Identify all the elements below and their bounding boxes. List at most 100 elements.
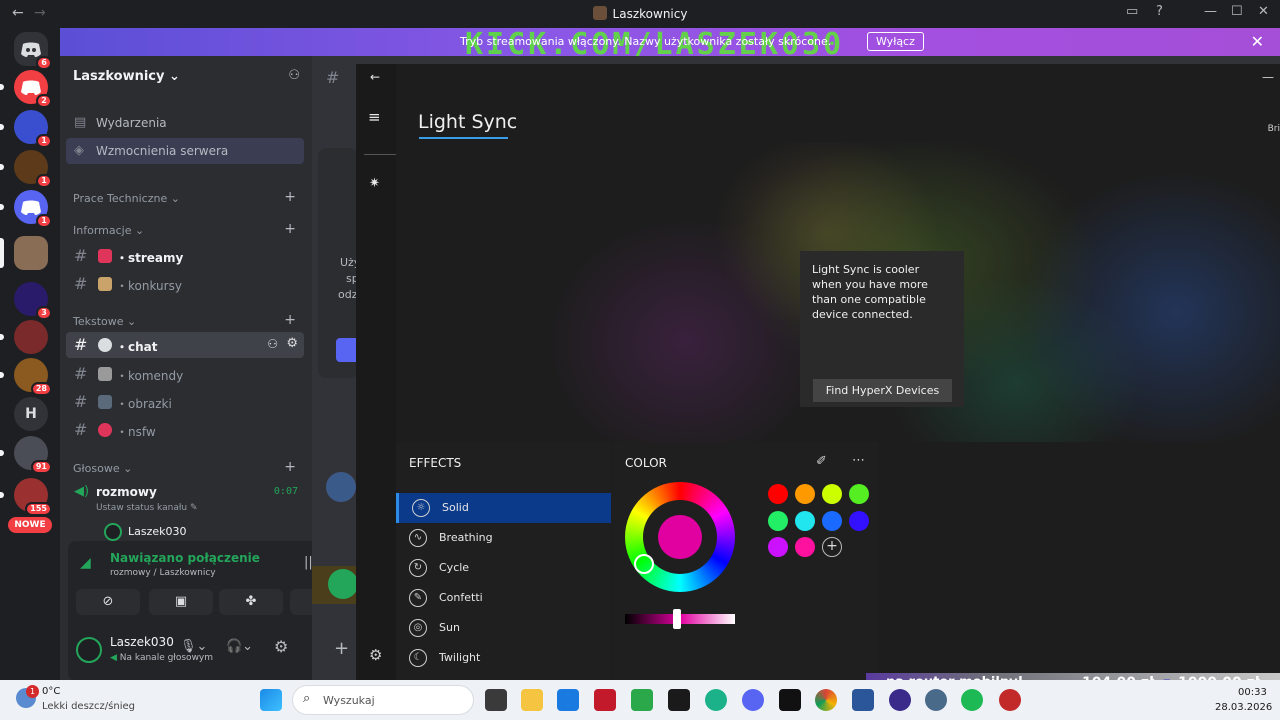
add-channel-icon[interactable]: + [284,221,296,237]
server-avatar-3[interactable] [0,320,48,354]
activities-button[interactable]: ✤ [219,589,283,615]
help-icon[interactable]: ? [1156,4,1163,19]
server-discord-blue[interactable]: 1 [0,190,52,228]
channel-konkursy[interactable]: # ・konkursy [66,271,304,297]
gear-icon[interactable]: ⚙ [286,336,298,351]
swatch-yellow[interactable] [822,484,842,504]
server-avatar-2[interactable]: 3 [14,282,52,320]
brightness-slider[interactable] [625,609,735,629]
user-settings-gear-icon[interactable]: ⚙ [274,637,288,656]
channel-nsfw[interactable]: # ・nsfw [66,417,304,443]
effect-breathing[interactable]: ∿ Breathing [396,523,611,553]
set-channel-status[interactable]: Ustaw status kanału ✎ [96,503,198,513]
swatch-blue[interactable] [822,511,842,531]
effect-confetti[interactable]: ✎ Confetti [396,583,611,613]
mcafee-icon[interactable] [594,689,616,711]
add-swatch-icon[interactable]: + [822,537,842,557]
close-window-icon[interactable]: ✕ [1258,4,1269,19]
home-discord-icon[interactable]: 6 [14,32,52,70]
light-sync-nav-icon[interactable]: ✷ [369,176,380,191]
settings-gear-icon[interactable]: ⚙ [369,646,382,664]
windows-start-icon[interactable] [260,689,282,711]
weather-widget[interactable]: 1 0°C Lekki deszcz/śnieg [14,685,164,715]
swatch-cyan[interactable] [795,511,815,531]
taskbar-search[interactable]: ⌕ Wyszukaj [292,685,474,715]
eyedropper-icon[interactable]: ✐ [816,454,827,469]
user-name[interactable]: Laszek030 [110,635,174,649]
color-wheel[interactable] [625,482,735,592]
spotify-icon[interactable] [961,689,983,711]
app-icon[interactable] [889,689,911,711]
category-prace[interactable]: Prace Techniczne ⌄ [73,192,180,205]
steam-icon[interactable] [925,689,947,711]
category-informacje[interactable]: Informacje ⌄ [73,224,144,237]
channel-komendy[interactable]: # ・komendy [66,361,304,387]
effect-solid[interactable]: ☼ Solid [396,493,611,523]
minimize-icon[interactable]: — [1262,70,1274,84]
find-hyperx-devices-button[interactable]: Find HyperX Devices [813,379,952,402]
clock-date[interactable]: 28.03.2026 [1215,702,1272,713]
hyperx-ngenuity-icon[interactable] [999,689,1021,711]
headphones-icon[interactable]: 🎧⌄ [226,639,253,654]
inbox-icon[interactable]: ▭ [1126,4,1138,19]
category-tekstowe[interactable]: Tekstowe ⌄ [73,315,136,328]
tiktok-icon[interactable] [779,689,801,711]
server-layers[interactable]: 1 [0,110,52,148]
maximize-icon[interactable]: ☐ [1231,4,1243,19]
voice-location[interactable]: rozmowy / Laszkownicy [110,568,216,578]
avatar[interactable] [326,472,356,502]
channel-chat[interactable]: # ・chat ⚇ ⚙ [66,332,304,358]
server-avatar-4[interactable]: 28 [0,358,52,396]
discord-taskbar-icon[interactable] [742,689,764,711]
swatch-green[interactable] [849,484,869,504]
avatar[interactable] [76,637,102,663]
microphone-icon[interactable]: 🎙⌄ [180,639,207,654]
discord-bot-avatar[interactable] [328,569,358,599]
swatch-purple[interactable] [768,537,788,557]
invite-icon[interactable]: ⚇ [267,337,278,351]
invite-people-icon[interactable]: ⚇ [288,68,300,83]
channel-obrazki[interactable]: # ・obrazki [66,389,304,415]
server-laszkownicy-active[interactable] [0,236,48,270]
file-explorer-icon[interactable] [521,689,543,711]
more-options-icon[interactable]: ⋯ [852,453,865,468]
effect-cycle[interactable]: ↻ Cycle [396,553,611,583]
swatch-mint[interactable] [768,511,788,531]
category-glosowe[interactable]: Głosowe ⌄ [73,462,132,475]
disable-streamer-mode-button[interactable]: Wyłącz [867,32,924,51]
camera-off-button[interactable]: ⊘ [76,589,140,615]
channel-streamy[interactable]: # ・streamy [66,243,304,269]
app-back-icon[interactable]: ← [370,70,380,84]
server-avatar-6[interactable]: 155 [0,478,52,516]
store-icon[interactable] [557,689,579,711]
add-channel-icon[interactable]: + [284,189,296,205]
add-attachment-icon[interactable]: + [334,638,349,659]
swatch-indigo[interactable] [849,511,869,531]
screen-share-button[interactable]: ▣ [149,589,213,615]
slider-thumb[interactable] [673,609,681,629]
tidal-icon[interactable] [668,689,690,711]
chrome-icon[interactable] [815,689,837,711]
swatch-pink[interactable] [795,537,815,557]
edge-icon[interactable] [705,689,727,711]
server-h[interactable]: H [14,397,48,431]
recycle-app-icon[interactable] [631,689,653,711]
task-view-icon[interactable] [485,689,507,711]
effect-sun[interactable]: ◎ Sun [396,613,611,643]
swatch-orange[interactable] [795,484,815,504]
hamburger-menu-icon[interactable]: ≡ [368,108,381,126]
wheel-knob[interactable] [634,554,654,574]
swatch-red[interactable] [768,484,788,504]
server-avatar-5[interactable]: 91 [0,436,52,474]
effect-twilight[interactable]: ☾ Twilight [396,643,611,673]
add-channel-icon[interactable]: + [284,459,296,475]
word-icon[interactable] [852,689,874,711]
add-channel-icon[interactable]: + [284,312,296,328]
server-boosts-item[interactable]: ◈ Wzmocnienia serwera [66,138,304,164]
close-banner-icon[interactable]: ✕ [1251,32,1264,51]
events-item[interactable]: ▤ Wydarzenia [66,110,304,136]
server-avatar-1[interactable]: 1 [0,150,52,188]
server-discord-red[interactable]: 2 [0,70,52,108]
voice-channel-rozmowy[interactable]: ◀) rozmowy 0:07 [66,480,304,504]
minimize-icon[interactable]: — [1204,4,1217,19]
